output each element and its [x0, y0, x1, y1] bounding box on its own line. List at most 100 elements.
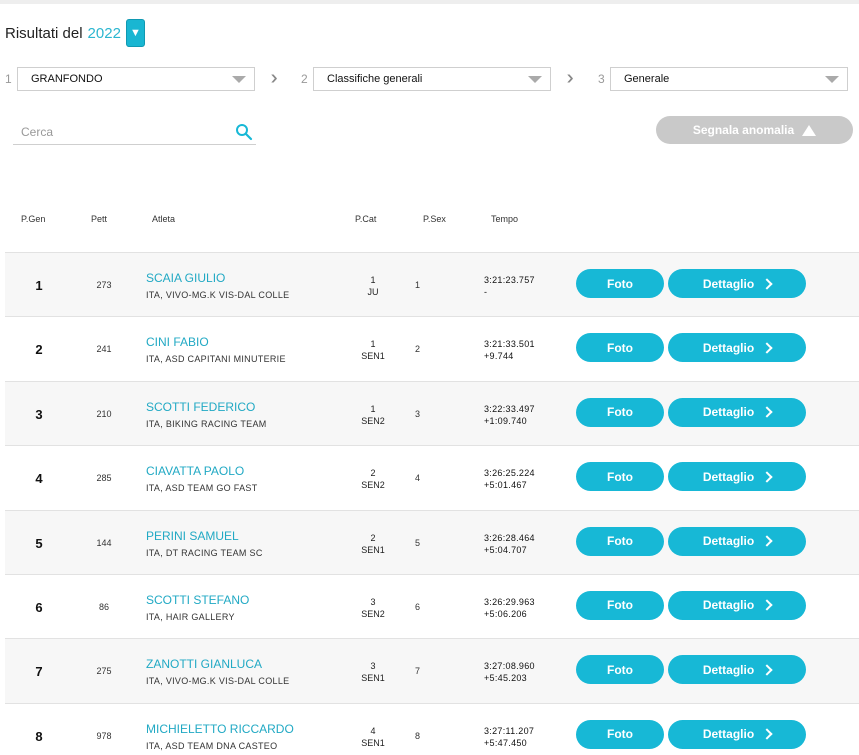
ranking-select-value: Generale [624, 73, 670, 85]
category-name: SEN1 [361, 673, 385, 684]
category-rank: 2 [370, 532, 376, 543]
photo-button-label: Foto [607, 405, 633, 420]
search-icon[interactable] [235, 123, 253, 141]
detail-button[interactable]: Dettaglio [668, 397, 806, 427]
year-dropdown-button[interactable]: ▼ [125, 19, 145, 47]
detail-button[interactable]: Dettaglio [668, 269, 806, 298]
athlete-name-link[interactable]: SCAIA GIULIO [146, 271, 225, 285]
athlete-name-link[interactable]: SCOTTI STEFANO [146, 593, 249, 607]
sex-position: 4 [415, 473, 421, 484]
category-rank: 1 [370, 275, 376, 285]
general-position: 6 [35, 599, 43, 615]
sex-position: 2 [415, 344, 421, 355]
general-position: 8 [35, 728, 43, 744]
bib-number: 210 [96, 408, 112, 419]
athlete-name-link[interactable]: CINI FABIO [146, 335, 209, 349]
category-position: 2 SEN2 [353, 467, 393, 491]
time-gap: +5:47.450 [484, 737, 527, 748]
photo-button[interactable]: Foto [576, 655, 664, 685]
athlete-name-link[interactable]: MICHIELETTO RICCARDO [146, 722, 294, 736]
chevron-right-icon [761, 728, 773, 740]
athlete-name-link[interactable]: ZANOTTI GIANLUCA [146, 657, 262, 671]
detail-button-label: Dettaglio [702, 534, 755, 549]
category-position: 2 SEN1 [353, 532, 393, 556]
photo-button[interactable]: Foto [576, 719, 664, 749]
photo-button[interactable]: Foto [576, 526, 664, 556]
bib-number: 978 [96, 730, 112, 741]
detail-button[interactable]: Dettaglio [668, 655, 806, 685]
ranking-type-select[interactable]: Classifiche generali [313, 67, 551, 91]
category-position: 1 SEN1 [353, 338, 393, 362]
photo-button[interactable]: Foto [576, 397, 664, 427]
table-row: 3 210 SCOTTI FEDERICO ITA, BIKING RACING TE… [5, 380, 859, 446]
chevron-down-icon [528, 76, 542, 83]
bib-number: 144 [96, 537, 112, 548]
category-rank: 3 [370, 596, 376, 607]
photo-button[interactable]: Foto [576, 333, 664, 363]
race-time: 3:26:25.224 +5:01.467 [484, 467, 535, 491]
col-pett: Pett [91, 214, 108, 224]
general-position: 1 [35, 278, 43, 293]
photo-button[interactable]: Foto [576, 590, 664, 620]
photo-button-label: Foto [607, 727, 633, 742]
race-time: 3:26:28.464 +5:04.707 [484, 532, 535, 556]
finish-time: 3:21:33.501 [484, 339, 535, 350]
detail-button-label: Dettaglio [702, 727, 755, 742]
col-tempo: Tempo [491, 214, 519, 224]
detail-button[interactable]: Dettaglio [668, 526, 806, 556]
category-rank: 3 [370, 661, 376, 672]
category-rank: 1 [370, 403, 376, 414]
athlete-name-link[interactable]: CIAVATTA PAOLO [146, 464, 244, 478]
time-gap: - [484, 287, 488, 297]
athlete-team: ITA, ASD TEAM DNA CASTEO [146, 740, 278, 751]
ranking-select[interactable]: Generale [610, 67, 848, 91]
finish-time: 3:27:11.207 [484, 725, 535, 736]
athlete-team: ITA, ASD TEAM GO FAST [146, 483, 258, 494]
sex-position: 7 [415, 666, 421, 677]
photo-button-label: Foto [607, 662, 633, 677]
triangle-down-icon: ▼ [129, 27, 141, 39]
sex-position: 1 [415, 280, 421, 290]
table-header: P.Gen Pett Atleta P.Cat P.Sex Tempo [0, 214, 859, 228]
col-psex: P.Sex [423, 214, 446, 224]
ranking-type-select-value: Classifiche generali [327, 73, 423, 85]
category-name: JU [367, 287, 379, 297]
chevron-down-icon [825, 76, 839, 83]
finish-time: 3:22:33.497 [484, 403, 535, 414]
finish-time: 3:26:28.464 [484, 532, 535, 543]
photo-button-label: Foto [607, 534, 633, 549]
detail-button-label: Dettaglio [702, 276, 755, 291]
finish-time: 3:26:25.224 [484, 468, 535, 479]
table-row: 2 241 CINI FABIO ITA, ASD CAPITANI MINUTERI… [5, 316, 859, 381]
race-time: 3:26:29.963 +5:06.206 [484, 596, 535, 620]
detail-button-label: Dettaglio [702, 598, 755, 613]
top-divider [0, 0, 859, 4]
athlete-name-link[interactable]: SCOTTI FEDERICO [146, 400, 255, 414]
category-name: SEN1 [361, 544, 385, 555]
results-label: Risultati del [5, 24, 83, 42]
category-rank: 1 [370, 339, 376, 350]
detail-button[interactable]: Dettaglio [668, 462, 806, 492]
chevron-right-icon [761, 599, 773, 612]
category-name: SEN1 [361, 737, 385, 748]
photo-button[interactable]: Foto [576, 269, 664, 298]
race-time: 3:27:11.207 +5:47.450 [484, 725, 534, 749]
category-position: 1 JU [353, 274, 393, 298]
general-position: 4 [35, 471, 43, 487]
general-position: 5 [35, 535, 43, 551]
detail-button[interactable]: Dettaglio [668, 590, 806, 620]
finish-time: 3:27:08.960 [484, 661, 535, 672]
detail-button[interactable]: Dettaglio [668, 333, 806, 363]
report-anomaly-label: Segnala anomalia [692, 123, 795, 137]
category-position: 3 SEN1 [353, 660, 393, 684]
photo-button[interactable]: Foto [576, 462, 664, 492]
event-select[interactable]: GRANFONDO [17, 67, 255, 91]
detail-button[interactable]: Dettaglio [668, 719, 806, 749]
general-position: 3 [35, 406, 43, 422]
report-anomaly-button[interactable]: Segnala anomalia [656, 116, 853, 144]
category-position: 3 SEN2 [353, 596, 393, 620]
bib-number: 241 [96, 344, 112, 355]
col-atleta: Atleta [152, 214, 176, 224]
athlete-name-link[interactable]: PERINI SAMUEL [146, 529, 239, 543]
search-input[interactable] [13, 120, 223, 144]
